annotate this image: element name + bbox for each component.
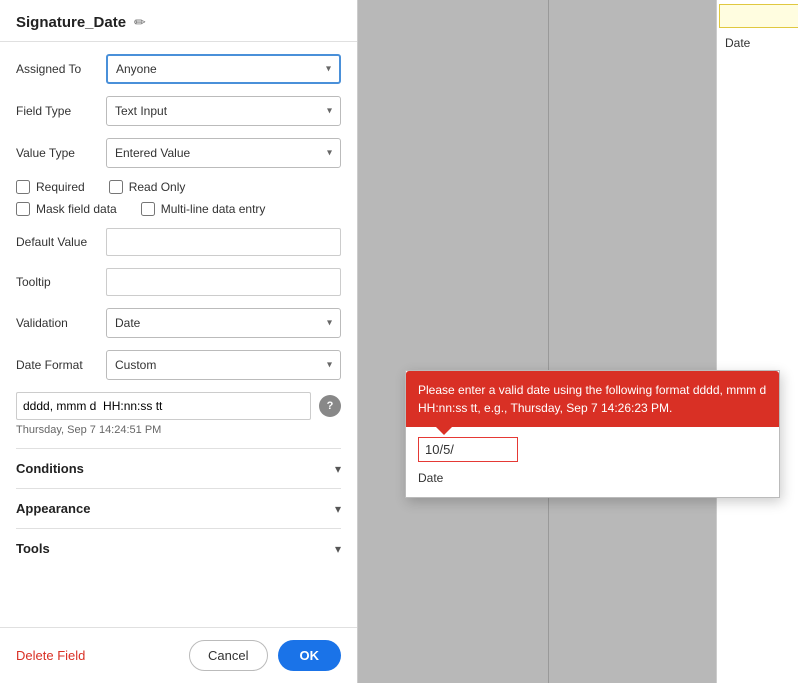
read-only-checkbox-item[interactable]: Read Only bbox=[109, 180, 186, 194]
mask-checkbox[interactable] bbox=[16, 202, 30, 216]
appearance-section[interactable]: Appearance ▾ bbox=[16, 488, 341, 528]
conditions-label: Conditions bbox=[16, 461, 84, 476]
appearance-chevron: ▾ bbox=[335, 502, 341, 516]
assigned-to-row: Assigned To Anyone User 1 User 2 ▾ bbox=[16, 54, 341, 84]
conditions-chevron: ▾ bbox=[335, 462, 341, 476]
mask-checkbox-item[interactable]: Mask field data bbox=[16, 202, 117, 216]
panel-body: Assigned To Anyone User 1 User 2 ▾ Field… bbox=[0, 42, 357, 627]
tooltip-input[interactable] bbox=[106, 268, 341, 296]
checkbox-group-2: Mask field data Multi-line data entry bbox=[16, 202, 341, 216]
tools-label: Tools bbox=[16, 541, 50, 556]
multiline-checkbox[interactable] bbox=[141, 202, 155, 216]
assigned-to-select-wrapper[interactable]: Anyone User 1 User 2 ▾ bbox=[106, 54, 341, 84]
tooltip-error-message: Please enter a valid date using the foll… bbox=[418, 383, 766, 415]
validation-select-wrapper[interactable]: Date Number Email None ▾ bbox=[106, 308, 341, 338]
mask-label: Mask field data bbox=[36, 202, 117, 216]
field-type-select-wrapper[interactable]: Text Input Date Checkbox ▾ bbox=[106, 96, 341, 126]
validation-row: Validation Date Number Email None ▾ bbox=[16, 308, 341, 338]
canvas-area: Date bbox=[358, 0, 798, 683]
multiline-checkbox-item[interactable]: Multi-line data entry bbox=[141, 202, 266, 216]
ok-button[interactable]: OK bbox=[278, 640, 342, 671]
tooltip-error-banner: Please enter a valid date using the foll… bbox=[406, 371, 779, 427]
doc-date-label: Date bbox=[725, 36, 750, 50]
read-only-checkbox[interactable] bbox=[109, 180, 123, 194]
validation-select[interactable]: Date Number Email None bbox=[107, 309, 340, 337]
appearance-label: Appearance bbox=[16, 501, 90, 516]
assigned-to-label: Assigned To bbox=[16, 62, 106, 76]
required-checkbox[interactable] bbox=[16, 180, 30, 194]
default-value-row: Default Value bbox=[16, 228, 341, 256]
date-format-select-wrapper[interactable]: Custom MM/DD/YYYY DD/MM/YYYY ▾ bbox=[106, 350, 341, 380]
tooltip-date-label: Date bbox=[418, 471, 443, 485]
multiline-label: Multi-line data entry bbox=[161, 202, 266, 216]
format-hint: Thursday, Sep 7 14:24:51 PM bbox=[16, 424, 341, 436]
panel-footer: Delete Field Cancel OK bbox=[0, 627, 357, 683]
tooltip-body: Date bbox=[406, 427, 779, 497]
format-string-input[interactable] bbox=[16, 392, 311, 420]
date-format-select[interactable]: Custom MM/DD/YYYY DD/MM/YYYY bbox=[107, 351, 340, 379]
validation-label: Validation bbox=[16, 316, 106, 330]
tooltip-row: Tooltip bbox=[16, 268, 341, 296]
date-field-preview bbox=[719, 4, 798, 28]
delete-field-button[interactable]: Delete Field bbox=[16, 648, 85, 663]
tooltip-popup: Please enter a valid date using the foll… bbox=[405, 370, 780, 498]
tools-section[interactable]: Tools ▾ bbox=[16, 528, 341, 568]
footer-buttons: Cancel OK bbox=[189, 640, 341, 671]
value-type-label: Value Type bbox=[16, 146, 106, 160]
conditions-section[interactable]: Conditions ▾ bbox=[16, 448, 341, 488]
panel-header: Signature_Date ✏ bbox=[0, 0, 357, 42]
default-value-input[interactable] bbox=[106, 228, 341, 256]
default-value-label: Default Value bbox=[16, 235, 106, 249]
format-help-button[interactable]: ? bbox=[319, 395, 341, 417]
required-checkbox-item[interactable]: Required bbox=[16, 180, 85, 194]
value-type-row: Value Type Entered Value Calculated Fixe… bbox=[16, 138, 341, 168]
cancel-button[interactable]: Cancel bbox=[189, 640, 267, 671]
field-type-label: Field Type bbox=[16, 104, 106, 118]
field-type-row: Field Type Text Input Date Checkbox ▾ bbox=[16, 96, 341, 126]
format-string-row: ? bbox=[16, 392, 341, 420]
canvas-divider bbox=[548, 0, 549, 683]
panel-title: Signature_Date bbox=[16, 14, 126, 31]
date-format-label: Date Format bbox=[16, 358, 106, 372]
document-preview: Date bbox=[716, 0, 798, 683]
tooltip-label: Tooltip bbox=[16, 275, 106, 289]
settings-panel: Signature_Date ✏ Assigned To Anyone User… bbox=[0, 0, 358, 683]
assigned-to-select[interactable]: Anyone User 1 User 2 bbox=[108, 56, 339, 82]
required-label: Required bbox=[36, 180, 85, 194]
checkbox-group-1: Required Read Only bbox=[16, 180, 341, 194]
field-type-select[interactable]: Text Input Date Checkbox bbox=[107, 97, 340, 125]
date-format-row: Date Format Custom MM/DD/YYYY DD/MM/YYYY… bbox=[16, 350, 341, 380]
tooltip-date-input[interactable] bbox=[418, 437, 518, 462]
tools-chevron: ▾ bbox=[335, 542, 341, 556]
edit-icon[interactable]: ✏ bbox=[134, 14, 146, 31]
value-type-select-wrapper[interactable]: Entered Value Calculated Fixed ▾ bbox=[106, 138, 341, 168]
tooltip-input-row bbox=[418, 437, 767, 462]
read-only-label: Read Only bbox=[129, 180, 186, 194]
value-type-select[interactable]: Entered Value Calculated Fixed bbox=[107, 139, 340, 167]
